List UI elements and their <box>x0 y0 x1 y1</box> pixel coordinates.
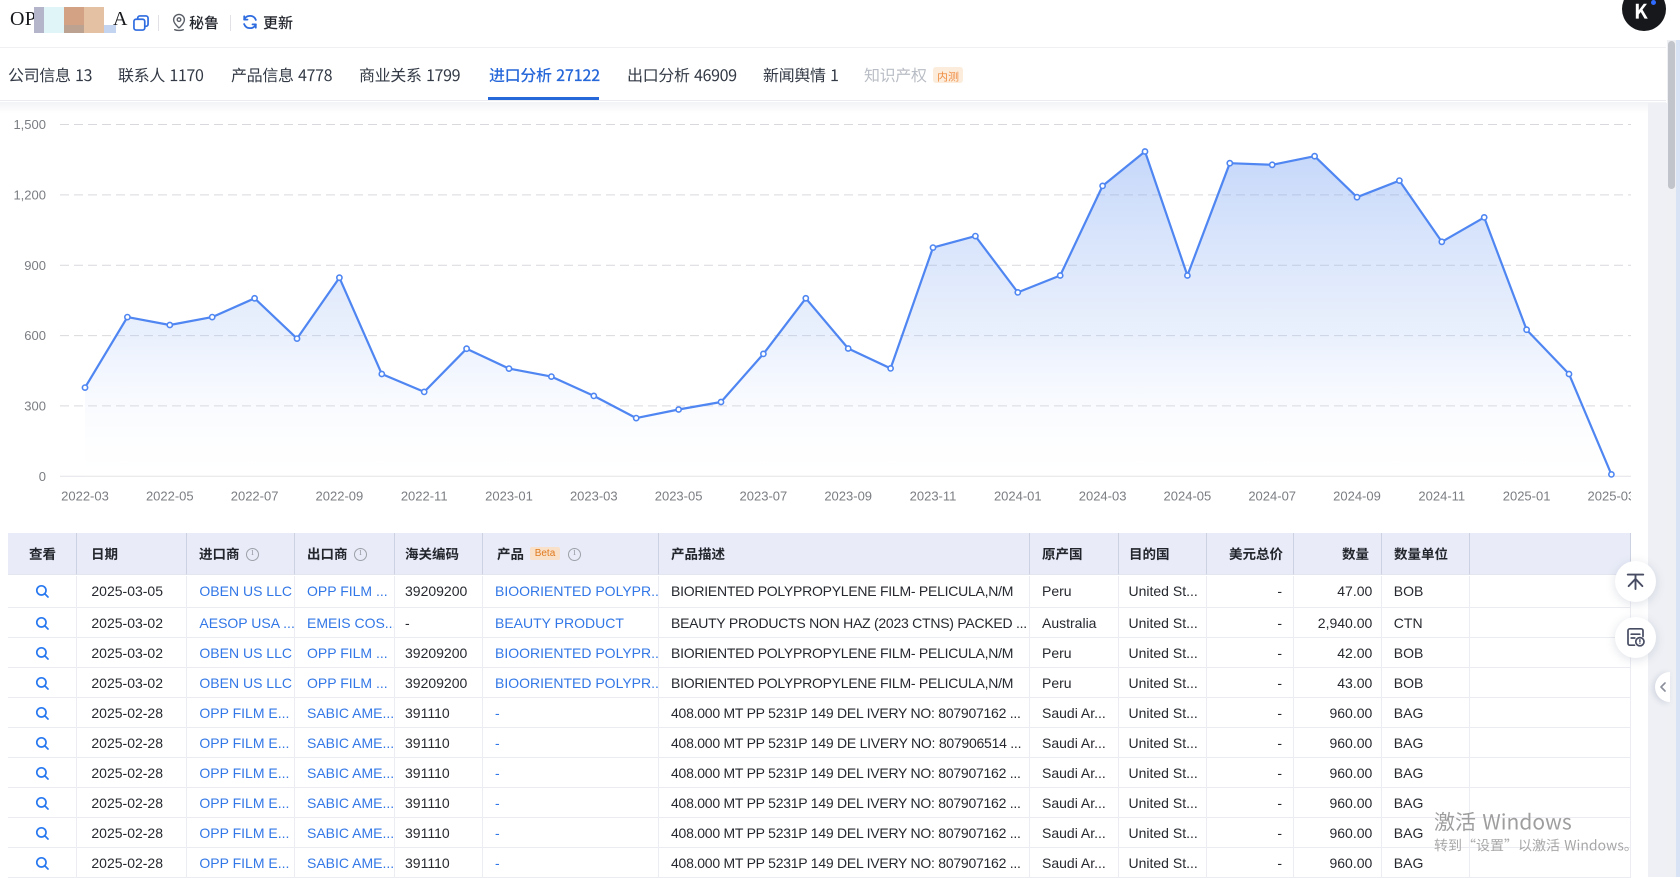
svg-text:1,500: 1,500 <box>13 117 46 132</box>
svg-text:2024-09: 2024-09 <box>1333 489 1381 504</box>
svg-text:2024-01: 2024-01 <box>994 489 1042 504</box>
svg-text:2023-03: 2023-03 <box>570 489 618 504</box>
svg-text:2023-11: 2023-11 <box>910 489 957 504</box>
svg-text:2023-07: 2023-07 <box>740 489 788 504</box>
svg-text:2023-05: 2023-05 <box>655 489 703 504</box>
svg-text:2022-07: 2022-07 <box>231 489 279 504</box>
svg-text:2025-03: 2025-03 <box>1588 489 1631 504</box>
svg-text:1,200: 1,200 <box>13 188 46 203</box>
svg-text:2024-11: 2024-11 <box>1418 489 1465 504</box>
svg-text:600: 600 <box>24 328 46 343</box>
svg-text:2023-01: 2023-01 <box>485 489 533 504</box>
svg-text:900: 900 <box>24 258 46 273</box>
svg-text:300: 300 <box>24 399 46 414</box>
svg-text:2022-03: 2022-03 <box>61 489 109 504</box>
svg-text:2022-09: 2022-09 <box>316 489 364 504</box>
svg-text:2024-03: 2024-03 <box>1079 489 1127 504</box>
svg-text:2022-05: 2022-05 <box>146 489 194 504</box>
svg-text:2025-01: 2025-01 <box>1503 489 1551 504</box>
svg-text:2024-05: 2024-05 <box>1164 489 1212 504</box>
svg-text:2022-11: 2022-11 <box>401 489 448 504</box>
svg-text:0: 0 <box>39 469 46 484</box>
svg-text:2023-09: 2023-09 <box>824 489 872 504</box>
svg-text:2024-07: 2024-07 <box>1248 489 1296 504</box>
